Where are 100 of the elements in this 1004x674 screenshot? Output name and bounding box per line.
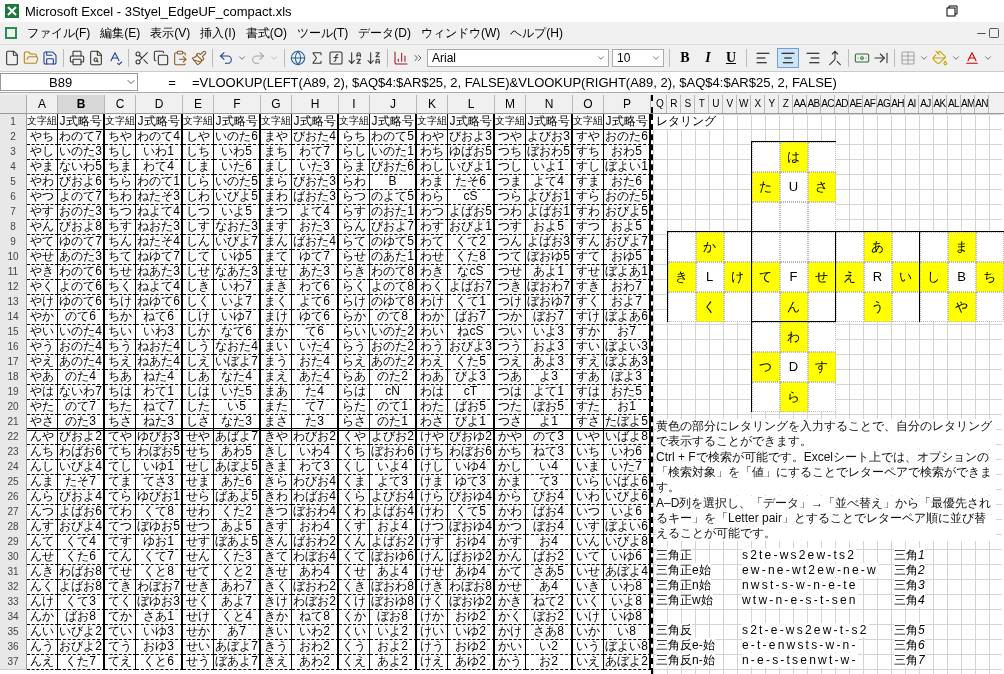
- font-size-field[interactable]: 10: [612, 49, 664, 67]
- row-header[interactable]: 34: [0, 609, 27, 625]
- sticker-cell[interactable]: つ: [751, 351, 780, 382]
- save-icon[interactable]: [42, 50, 58, 66]
- column-header[interactable]: AB: [807, 95, 821, 113]
- column-header[interactable]: Z: [779, 95, 793, 113]
- font-name-field[interactable]: Arial: [427, 49, 609, 67]
- globe-icon[interactable]: [290, 50, 306, 66]
- row-header[interactable]: 30: [0, 549, 27, 565]
- sticker-cell[interactable]: か: [695, 231, 724, 262]
- sticker-cell[interactable]: わ: [779, 321, 808, 352]
- row-header[interactable]: 2: [0, 129, 27, 145]
- sticker-cell[interactable]: ま: [947, 231, 976, 262]
- column-header[interactable]: Y: [765, 95, 779, 113]
- row-header[interactable]: 14: [0, 309, 27, 325]
- column-header[interactable]: T: [695, 95, 709, 113]
- column-header[interactable]: AH: [891, 95, 905, 113]
- chart-icon[interactable]: [393, 50, 409, 66]
- column-header[interactable]: AI: [905, 95, 919, 113]
- row-header[interactable]: 12: [0, 279, 27, 295]
- column-header[interactable]: AF: [863, 95, 877, 113]
- row-header[interactable]: 26: [0, 489, 27, 505]
- function-icon[interactable]: [328, 50, 344, 66]
- menu-item[interactable]: ツール(T): [292, 24, 354, 42]
- merge-icon[interactable]: [827, 50, 843, 66]
- sticker-cell[interactable]: あ: [863, 231, 892, 262]
- caret-icon[interactable]: [919, 53, 929, 63]
- sticker-cell[interactable]: し: [919, 261, 948, 292]
- menu-item[interactable]: データ(D): [353, 24, 416, 42]
- column-header[interactable]: AG: [877, 95, 891, 113]
- sticker-cell[interactable]: き: [667, 261, 696, 292]
- caret-icon[interactable]: [237, 53, 247, 63]
- row-header[interactable]: 25: [0, 474, 27, 490]
- column-header[interactable]: S: [681, 95, 695, 113]
- row-header[interactable]: 31: [0, 564, 27, 580]
- paintbrush-icon[interactable]: [191, 50, 207, 66]
- column-header[interactable]: W: [737, 95, 751, 113]
- row-header[interactable]: 24: [0, 459, 27, 475]
- row-header[interactable]: 10: [0, 249, 27, 265]
- workbook-icon[interactable]: [4, 26, 18, 40]
- row-header[interactable]: 5: [0, 174, 27, 190]
- style-button[interactable]: I: [698, 48, 718, 68]
- row-header[interactable]: 18: [0, 369, 27, 385]
- column-header[interactable]: AL: [947, 95, 961, 113]
- print-icon[interactable]: [69, 50, 85, 66]
- caret-icon[interactable]: [596, 53, 606, 63]
- menu-item[interactable]: 書式(O): [240, 24, 292, 42]
- menu-item[interactable]: ウィンドウ(W): [416, 24, 506, 42]
- formula-field[interactable]: =VLOOKUP(LEFT(A89, 2), $AQ$4:$AR$25, 2, FALSE)&VLOOKUP(RIGHT(A89, 2), $AQ$4:$AR$25, 2, FALSE): [192, 74, 837, 90]
- menu-item[interactable]: ヘルプ(H): [505, 24, 568, 42]
- sum-icon[interactable]: [309, 50, 325, 66]
- sort-descending-icon[interactable]: [366, 50, 382, 66]
- row-header[interactable]: 19: [0, 384, 27, 400]
- spelling-icon[interactable]: [107, 50, 123, 66]
- row-header[interactable]: 17: [0, 354, 27, 370]
- paste-icon[interactable]: [172, 50, 188, 66]
- sort-ascending-icon[interactable]: [347, 50, 363, 66]
- print-preview-icon[interactable]: [88, 50, 104, 66]
- font-color-icon[interactable]: [964, 50, 980, 66]
- row-header[interactable]: 23: [0, 444, 27, 460]
- fill-color-icon[interactable]: [932, 50, 948, 66]
- sticker-cell[interactable]: た: [751, 171, 780, 202]
- cut-icon[interactable]: [134, 50, 150, 66]
- row-header[interactable]: 9: [0, 234, 27, 250]
- caret-icon[interactable]: [951, 53, 961, 63]
- copy-icon[interactable]: [153, 50, 169, 66]
- column-header[interactable]: B: [58, 95, 105, 113]
- menu-item[interactable]: 編集(E): [95, 24, 146, 42]
- row-header[interactable]: 1: [0, 114, 27, 130]
- row-header[interactable]: 22: [0, 429, 27, 445]
- column-header[interactable]: U: [709, 95, 723, 113]
- menu-item[interactable]: 表示(V): [145, 24, 196, 42]
- style-button[interactable]: U: [721, 48, 741, 68]
- row-header[interactable]: 4: [0, 159, 27, 175]
- row-header[interactable]: 36: [0, 639, 27, 655]
- column-header[interactable]: AD: [835, 95, 849, 113]
- column-header[interactable]: AA: [793, 95, 807, 113]
- row-header[interactable]: 3: [0, 144, 27, 160]
- currency-icon[interactable]: [854, 50, 870, 66]
- more-icon[interactable]: [412, 52, 424, 64]
- sticker-cell[interactable]: え: [835, 261, 864, 292]
- restore-icon[interactable]: [988, 27, 1000, 39]
- column-header[interactable]: AK: [933, 95, 947, 113]
- menu-item[interactable]: 挿入(I): [195, 24, 241, 42]
- column-header[interactable]: R: [667, 95, 681, 113]
- column-header[interactable]: V: [723, 95, 737, 113]
- restore-icon[interactable]: [946, 5, 958, 17]
- row-header[interactable]: 37: [0, 654, 27, 670]
- column-header[interactable]: X: [751, 95, 765, 113]
- row-header[interactable]: 20: [0, 399, 27, 415]
- undo-icon[interactable]: [218, 50, 234, 66]
- row-header[interactable]: 28: [0, 519, 27, 535]
- caret-icon[interactable]: [651, 53, 661, 63]
- row-header[interactable]: 35: [0, 624, 27, 640]
- align-center-icon[interactable]: [777, 48, 799, 68]
- row-header[interactable]: 7: [0, 204, 27, 220]
- column-header[interactable]: AM: [961, 95, 975, 113]
- column-header[interactable]: AJ: [919, 95, 933, 113]
- column-header[interactable]: AE: [849, 95, 863, 113]
- column-header[interactable]: Q: [653, 95, 667, 113]
